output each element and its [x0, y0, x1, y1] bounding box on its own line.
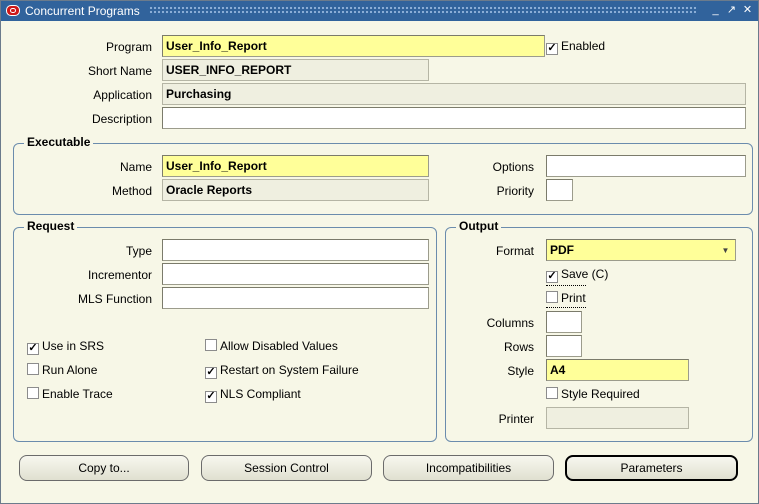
columns-field[interactable] — [546, 311, 582, 333]
short-name-label: Short Name — [87, 64, 152, 78]
output-title: Output — [456, 219, 502, 233]
style-field[interactable]: A4 — [546, 359, 689, 381]
print-checkbox[interactable]: Print — [546, 291, 586, 305]
application-label: Application — [93, 88, 152, 102]
mls-function-field[interactable] — [162, 287, 429, 309]
enabled-label: Enabled — [561, 39, 606, 53]
enable-trace-checkbox[interactable]: Enable Trace — [27, 387, 113, 401]
copy-to-button[interactable]: Copy to... — [19, 455, 189, 481]
format-select[interactable]: PDF ▼ — [546, 239, 736, 261]
concurrent-programs-window: Concurrent Programs _ ↗ ✕ Program User_I… — [0, 0, 759, 504]
enabled-checkbox[interactable]: ✓ Enabled — [546, 39, 605, 55]
method-label: Method — [111, 184, 152, 198]
use-in-srs-label: Use in SRS — [42, 339, 105, 353]
chevron-down-icon[interactable]: ▼ — [719, 244, 732, 257]
incrementor-field[interactable] — [162, 263, 429, 285]
title-bar[interactable]: Concurrent Programs _ ↗ ✕ — [1, 1, 758, 21]
short-name-field[interactable]: USER_INFO_REPORT — [162, 59, 429, 81]
oracle-app-icon — [6, 5, 20, 16]
executable-name-field[interactable]: User_Info_Report — [162, 155, 429, 177]
run-alone-label: Run Alone — [42, 363, 98, 377]
save-check-icon: ✓ — [546, 270, 558, 283]
incompatibilities-button[interactable]: Incompatibilities — [383, 455, 554, 481]
run-alone-checkbox[interactable]: Run Alone — [27, 363, 97, 377]
method-field[interactable]: Oracle Reports — [162, 179, 429, 201]
rows-field[interactable] — [546, 335, 582, 357]
program-label: Program — [105, 40, 152, 54]
style-required-label: Style Required — [561, 387, 640, 401]
allow-disabled-values-label: Allow Disabled Values — [220, 339, 338, 353]
style-required-box-icon — [546, 387, 558, 399]
printer-label: Printer — [498, 412, 534, 426]
type-label: Type — [125, 244, 152, 258]
save-label: Save (C) — [561, 267, 609, 281]
title-bar-pattern — [149, 6, 696, 15]
program-field[interactable]: User_Info_Report — [162, 35, 545, 57]
enable-trace-box-icon — [27, 387, 39, 399]
columns-label: Columns — [486, 316, 534, 330]
restart-check-icon: ✓ — [205, 366, 217, 379]
executable-name-label: Name — [119, 160, 152, 174]
maximize-icon[interactable]: ↗ — [725, 4, 738, 17]
allow-disabled-box-icon — [205, 339, 217, 351]
format-label: Format — [495, 244, 534, 258]
minimize-icon[interactable]: _ — [709, 4, 722, 17]
nls-check-icon: ✓ — [205, 390, 217, 403]
print-label: Print — [561, 291, 586, 305]
use-in-srs-check-icon: ✓ — [27, 342, 39, 355]
enable-trace-label: Enable Trace — [42, 387, 113, 401]
printer-field[interactable] — [546, 407, 689, 429]
focus-indicator — [546, 285, 586, 286]
enabled-check-icon: ✓ — [546, 42, 558, 55]
rows-label: Rows — [503, 340, 534, 354]
style-label: Style — [507, 364, 534, 378]
incrementor-label: Incrementor — [87, 268, 152, 282]
priority-label: Priority — [496, 184, 534, 198]
run-alone-box-icon — [27, 363, 39, 375]
nls-compliant-label: NLS Compliant — [220, 387, 301, 401]
window-title: Concurrent Programs — [25, 4, 146, 18]
request-title: Request — [24, 219, 78, 233]
session-control-button[interactable]: Session Control — [201, 455, 372, 481]
restart-on-failure-checkbox[interactable]: ✓ Restart on System Failure — [205, 363, 359, 379]
parameters-button[interactable]: Parameters — [565, 455, 738, 481]
print-box-icon — [546, 291, 558, 303]
restart-on-failure-label: Restart on System Failure — [220, 363, 359, 377]
type-field[interactable] — [162, 239, 429, 261]
mls-function-label: MLS Function — [77, 292, 152, 306]
options-label: Options — [492, 160, 534, 174]
focus-indicator-bottom — [546, 307, 586, 308]
options-field[interactable] — [546, 155, 746, 177]
description-label: Description — [91, 112, 152, 126]
style-required-checkbox[interactable]: Style Required — [546, 387, 640, 401]
nls-compliant-checkbox[interactable]: ✓ NLS Compliant — [205, 387, 301, 403]
use-in-srs-checkbox[interactable]: ✓ Use in SRS — [27, 339, 104, 355]
priority-field[interactable] — [546, 179, 573, 201]
format-value: PDF — [550, 243, 574, 257]
close-icon[interactable]: ✕ — [741, 4, 754, 17]
allow-disabled-values-checkbox[interactable]: Allow Disabled Values — [205, 339, 338, 353]
description-field[interactable] — [162, 107, 746, 129]
executable-title: Executable — [24, 135, 94, 149]
save-checkbox[interactable]: ✓ Save (C) — [546, 267, 608, 283]
application-field[interactable]: Purchasing — [162, 83, 746, 105]
